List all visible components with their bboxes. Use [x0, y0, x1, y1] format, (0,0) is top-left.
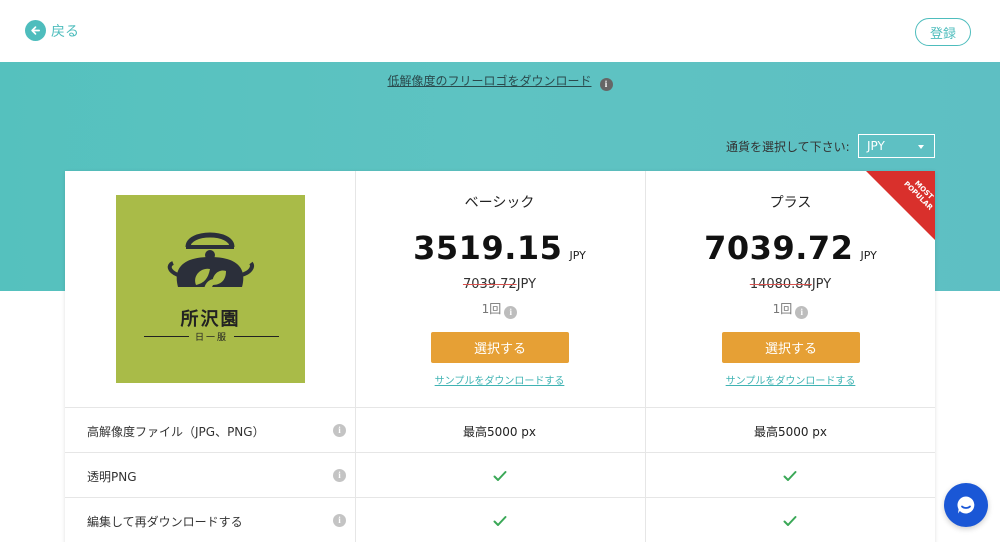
row-divider	[65, 497, 935, 498]
usage-count-text: 1回	[772, 302, 793, 316]
pricing-card: 所沢園 日一服 ベーシック 3519.15 JPY 7039.72JPY 1回 i…	[65, 171, 935, 542]
check-icon	[783, 516, 797, 526]
check-icon	[783, 471, 797, 481]
currency-selected-value: JPY	[867, 139, 885, 153]
chat-bubble-icon	[957, 496, 975, 514]
check-icon	[493, 516, 507, 526]
plan-name: ベーシック	[464, 195, 535, 211]
sample-download-link[interactable]: サンプルをダウンロードする	[646, 372, 935, 387]
logo-preview: 所沢園 日一服	[116, 195, 305, 383]
old-price: 7039.72JPY	[355, 277, 644, 292]
price-value: 7039.72	[704, 229, 854, 267]
back-label: 戻る	[51, 23, 79, 40]
feature-value-basic: 最高5000 px	[462, 425, 537, 439]
free-logo-row: 低解像度のフリーロゴをダウンロード i	[0, 72, 1000, 91]
usage-count: 1回 i	[646, 300, 935, 319]
row-divider	[65, 452, 935, 453]
chevron-down-icon	[918, 145, 924, 149]
info-icon[interactable]: i	[504, 306, 518, 319]
feature-label: 編集して再ダウンロードする	[87, 515, 243, 529]
row-divider	[65, 407, 935, 408]
plan-basic: ベーシック 3519.15 JPY 7039.72JPY 1回 i 選択する サン…	[355, 171, 644, 407]
most-popular-ribbon: MOST POPULAR	[866, 171, 935, 240]
feature-label: 透明PNG	[87, 470, 137, 484]
old-price-currency: JPY	[811, 277, 832, 292]
usage-count: 1回 i	[355, 300, 644, 319]
select-plus-button[interactable]: 選択する	[722, 332, 860, 363]
feature-label: 高解像度ファイル（JPG、PNG）	[87, 425, 265, 439]
free-logo-download-link[interactable]: 低解像度のフリーロゴをダウンロード	[387, 74, 591, 88]
usage-count-text: 1回	[481, 302, 502, 316]
check-icon	[493, 471, 507, 481]
price-value: 3519.15	[413, 229, 563, 267]
register-button[interactable]: 登録	[915, 18, 971, 46]
info-icon[interactable]: i	[333, 514, 346, 527]
select-basic-button[interactable]: 選択する	[431, 332, 569, 363]
chat-button[interactable]	[944, 483, 988, 527]
currency-select[interactable]: JPY	[858, 134, 935, 158]
logo-subtitle-text: 日一服	[195, 333, 229, 343]
top-bar: 戻る 登録	[0, 0, 1000, 62]
price-currency: JPY	[569, 249, 586, 262]
logo-subtitle: 日一服	[144, 330, 280, 343]
old-price-value: 14080.84	[749, 277, 812, 292]
old-price-currency: JPY	[516, 277, 537, 292]
currency-label: 通貨を選択して下さい:	[726, 140, 850, 154]
plan-price: 3519.15 JPY	[355, 229, 644, 267]
info-icon[interactable]: i	[599, 78, 613, 91]
sample-download-link[interactable]: サンプルをダウンロードする	[355, 372, 644, 387]
feature-value-plus: 最高5000 px	[753, 425, 828, 439]
teapot-icon	[167, 232, 254, 291]
old-price-value: 7039.72	[462, 277, 517, 292]
info-icon[interactable]: i	[333, 469, 346, 482]
arrow-left-circle-icon	[25, 20, 46, 41]
logo-title: 所沢園	[180, 309, 241, 330]
price-currency: JPY	[860, 249, 877, 262]
old-price: 14080.84JPY	[646, 277, 935, 292]
info-icon[interactable]: i	[795, 306, 809, 319]
info-icon[interactable]: i	[333, 424, 346, 437]
back-button[interactable]: 戻る	[25, 20, 79, 41]
